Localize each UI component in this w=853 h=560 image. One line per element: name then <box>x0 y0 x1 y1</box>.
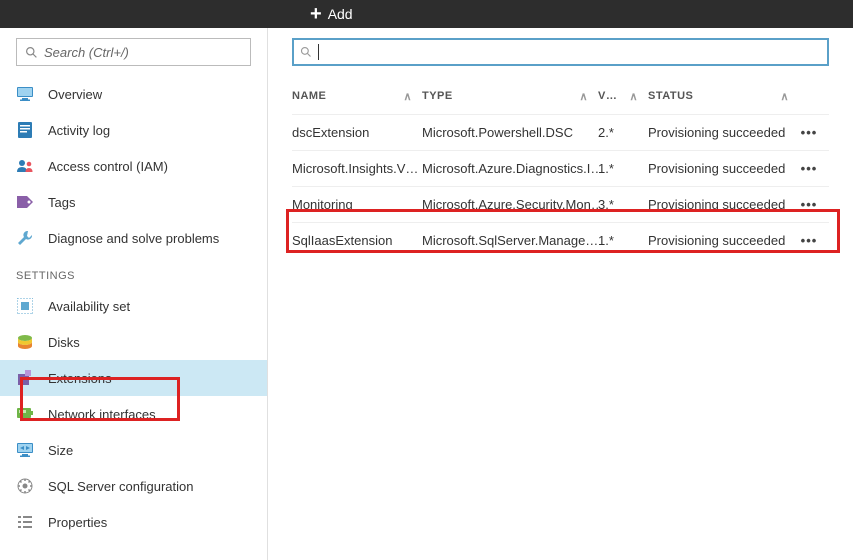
properties-icon <box>16 513 34 531</box>
sidebar-item-label: Access control (IAM) <box>48 159 168 174</box>
cell-name: dscExtension <box>292 125 422 140</box>
row-actions-button[interactable]: ••• <box>801 125 818 140</box>
sidebar-item-activity-log[interactable]: Activity log <box>0 112 267 148</box>
content-pane: NAME∧ TYPE∧ V…∧ STATUS∧ dscExtension Mic… <box>268 28 853 560</box>
sidebar-item-label: Availability set <box>48 299 130 314</box>
settings-header: SETTINGS <box>0 256 267 288</box>
col-header-version[interactable]: V…∧ <box>598 90 648 103</box>
cell-version: 3.* <box>598 197 648 212</box>
availability-icon <box>16 297 34 315</box>
sidebar-item-label: Diagnose and solve problems <box>48 231 219 246</box>
sidebar: Search (Ctrl+/) Overview Activity log Ac… <box>0 28 268 560</box>
sidebar-item-disks[interactable]: Disks <box>0 324 267 360</box>
cell-status: Provisioning succeeded <box>648 125 799 140</box>
cell-name: Monitoring <box>292 197 422 212</box>
sidebar-item-label: Network interfaces <box>48 407 156 422</box>
command-bar: + Add <box>0 0 853 28</box>
cell-type: Microsoft.Azure.Security.Mon… <box>422 197 598 212</box>
table-row[interactable]: Monitoring Microsoft.Azure.Security.Mon…… <box>292 186 829 222</box>
cell-type: Microsoft.Azure.Diagnostics.I… <box>422 161 598 176</box>
search-icon <box>25 46 38 59</box>
sidebar-item-size[interactable]: Size <box>0 432 267 468</box>
cell-type: Microsoft.SqlServer.Manage… <box>422 233 598 248</box>
nic-icon <box>16 405 34 423</box>
cell-status: Provisioning succeeded <box>648 161 799 176</box>
cell-name: SqlIaasExtension <box>292 233 422 248</box>
size-icon <box>16 441 34 459</box>
monitor-icon <box>16 85 34 103</box>
search-icon <box>300 46 312 58</box>
people-icon <box>16 157 34 175</box>
wrench-icon <box>16 229 34 247</box>
table-header: NAME∧ TYPE∧ V…∧ STATUS∧ <box>292 78 829 114</box>
sidebar-item-extensions[interactable]: Extensions <box>0 360 267 396</box>
sidebar-item-label: Overview <box>48 87 102 102</box>
col-header-name[interactable]: NAME∧ <box>292 90 422 103</box>
extension-icon <box>16 369 34 387</box>
cell-status: Provisioning succeeded <box>648 233 799 248</box>
chevron-up-icon: ∧ <box>579 90 588 103</box>
cell-version: 2.* <box>598 125 648 140</box>
sidebar-item-properties[interactable]: Properties <box>0 504 267 540</box>
sidebar-item-diagnose[interactable]: Diagnose and solve problems <box>0 220 267 256</box>
chevron-up-icon: ∧ <box>780 90 789 103</box>
cell-version: 1.* <box>598 233 648 248</box>
chevron-up-icon: ∧ <box>629 90 638 103</box>
sidebar-item-network-interfaces[interactable]: Network interfaces <box>0 396 267 432</box>
tag-icon <box>16 193 34 211</box>
log-icon <box>16 121 34 139</box>
sidebar-item-access-control[interactable]: Access control (IAM) <box>0 148 267 184</box>
sidebar-search[interactable]: Search (Ctrl+/) <box>16 38 251 66</box>
col-header-type[interactable]: TYPE∧ <box>422 90 598 103</box>
search-placeholder: Search (Ctrl+/) <box>44 45 129 60</box>
sidebar-item-availability-set[interactable]: Availability set <box>0 288 267 324</box>
add-button[interactable]: Add <box>328 6 353 22</box>
extensions-table: NAME∧ TYPE∧ V…∧ STATUS∧ dscExtension Mic… <box>292 78 829 258</box>
filter-input[interactable] <box>292 38 829 66</box>
sidebar-item-label: Disks <box>48 335 80 350</box>
row-actions-button[interactable]: ••• <box>801 233 818 248</box>
sql-icon <box>16 477 34 495</box>
table-row[interactable]: SqlIaasExtension Microsoft.SqlServer.Man… <box>292 222 829 258</box>
cell-name: Microsoft.Insights.V… <box>292 161 422 176</box>
sidebar-item-overview[interactable]: Overview <box>0 76 267 112</box>
disks-icon <box>16 333 34 351</box>
sidebar-item-label: Extensions <box>48 371 112 386</box>
sidebar-item-label: Properties <box>48 515 107 530</box>
plus-icon: + <box>310 4 322 24</box>
nav-list: Overview Activity log Access control (IA… <box>0 76 267 560</box>
cell-type: Microsoft.Powershell.DSC <box>422 125 598 140</box>
cell-version: 1.* <box>598 161 648 176</box>
sidebar-item-tags[interactable]: Tags <box>0 184 267 220</box>
table-row[interactable]: Microsoft.Insights.V… Microsoft.Azure.Di… <box>292 150 829 186</box>
sidebar-item-label: Tags <box>48 195 75 210</box>
text-cursor <box>318 44 319 60</box>
row-actions-button[interactable]: ••• <box>801 197 818 212</box>
col-header-status[interactable]: STATUS∧ <box>648 90 799 103</box>
sidebar-item-label: Activity log <box>48 123 110 138</box>
row-actions-button[interactable]: ••• <box>801 161 818 176</box>
chevron-up-icon: ∧ <box>403 90 412 103</box>
sidebar-item-label: SQL Server configuration <box>48 479 193 494</box>
table-row[interactable]: dscExtension Microsoft.Powershell.DSC 2.… <box>292 114 829 150</box>
cell-status: Provisioning succeeded <box>648 197 799 212</box>
sidebar-item-sql-config[interactable]: SQL Server configuration <box>0 468 267 504</box>
sidebar-item-label: Size <box>48 443 73 458</box>
